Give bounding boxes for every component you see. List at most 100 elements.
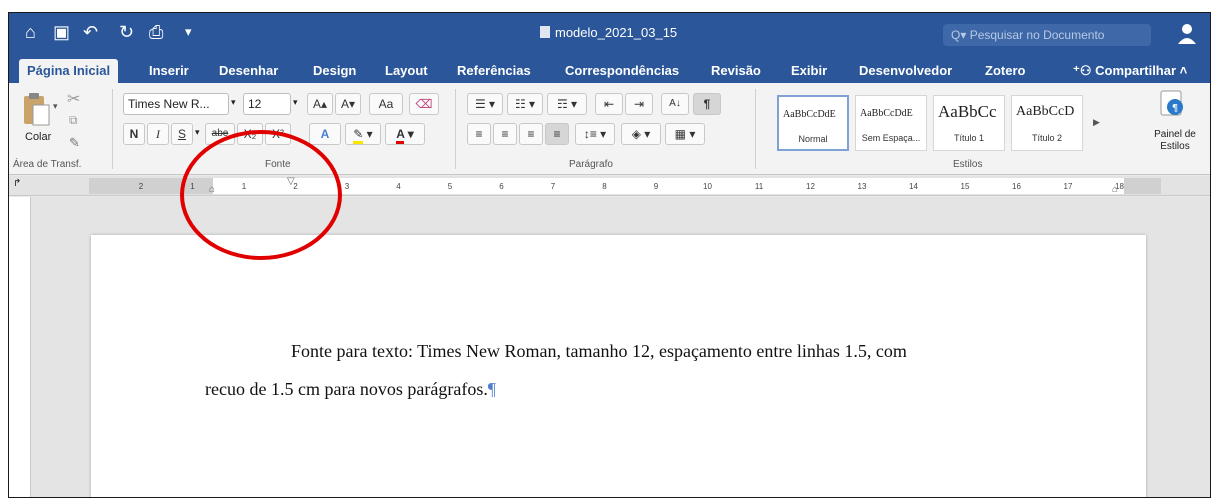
borders-button[interactable]: ▦ ▾ (665, 123, 705, 145)
search-placeholder: Pesquisar no Documento (969, 28, 1105, 42)
font-name-field[interactable]: Times New R... (123, 93, 229, 115)
paste-label: Colar (25, 131, 52, 143)
ruler-tick-label: 5 (447, 182, 453, 191)
paragraph-group-label: Parágrafo (569, 159, 613, 170)
style-sem-espacamento[interactable]: AaBbCcDdE Sem Espaça... (855, 95, 927, 151)
tab-exibir[interactable]: Exibir (791, 63, 827, 78)
numbering-button[interactable]: ☷ ▾ (507, 93, 543, 115)
paste-dropdown-icon[interactable]: ▾ (53, 101, 58, 112)
share-person-icon[interactable] (1177, 23, 1197, 45)
share-button[interactable]: ⁺⚇ Compartilhar ˄ (1073, 63, 1187, 79)
cut-icon[interactable]: ✂ (67, 89, 80, 109)
font-size-dropdown-icon[interactable]: ▾ (293, 97, 298, 108)
paragraph-line-1[interactable]: Fonte para texto: Times New Roman, taman… (291, 341, 907, 362)
multilevel-list-button[interactable]: ☶ ▾ (547, 93, 587, 115)
format-painter-icon[interactable]: ✎ (69, 135, 80, 151)
align-left-button[interactable]: ≡ (467, 123, 491, 145)
ruler-tick-label: 2 (138, 182, 144, 191)
decrease-indent-button[interactable]: ⇤ (595, 93, 623, 115)
save-icon[interactable]: ▣ (53, 21, 70, 43)
paragraph-line-2[interactable]: recuo de 1.5 cm para novos parágrafos.¶ (205, 379, 496, 400)
home-icon[interactable]: ⌂ (25, 21, 36, 43)
ruler-tick-label: 9 (653, 182, 659, 191)
shrink-font-button[interactable]: A▾ (335, 93, 361, 115)
font-size-field[interactable]: 12 (243, 93, 291, 115)
align-right-button[interactable]: ≡ (519, 123, 543, 145)
bold-button[interactable]: N (123, 123, 145, 145)
paragraph-line-2-text: recuo de 1.5 cm para novos parágrafos. (205, 379, 488, 399)
shading-button[interactable]: ◈ ▾ (621, 123, 661, 145)
share-label: Compartilhar (1095, 63, 1177, 78)
styles-group-label: Estilos (953, 159, 983, 170)
font-name-dropdown-icon[interactable]: ▾ (231, 97, 236, 108)
collapse-ribbon-icon[interactable]: ˄ (1176, 63, 1188, 78)
ruler-tick-label: 10 (703, 182, 712, 191)
style-sample: AaBbCcDdE (860, 108, 913, 119)
right-indent-marker-icon[interactable]: ⌂ (1112, 184, 1118, 195)
align-center-button[interactable]: ≡ (493, 123, 517, 145)
font-color-button[interactable]: A ▾ (385, 123, 425, 145)
tab-design[interactable]: Design (313, 63, 356, 78)
tab-inserir[interactable]: Inserir (149, 63, 189, 78)
document-workspace: Fonte para texto: Times New Roman, taman… (9, 197, 1210, 497)
style-name: Normal (798, 134, 828, 144)
justify-button[interactable]: ≡ (545, 123, 569, 145)
style-name: Título 2 (1031, 133, 1062, 143)
print-icon[interactable]: ⎙ (149, 21, 163, 43)
customize-toolbar-icon[interactable]: ▾ (185, 21, 192, 43)
tab-pagina-inicial[interactable]: Página Inicial (19, 59, 119, 83)
tab-stop-selector-icon[interactable]: ↱ (13, 178, 21, 189)
ruler-tick-label: 12 (806, 182, 815, 191)
paste-icon[interactable] (21, 91, 51, 129)
group-divider (755, 89, 756, 169)
ruler-tick-label: 16 (1012, 182, 1021, 191)
sort-button[interactable]: A↓ (661, 93, 689, 115)
search-icon: Q▾ (951, 28, 970, 42)
style-normal[interactable]: AaBbCcDdE Normal (777, 95, 849, 151)
tab-revisao[interactable]: Revisão (711, 63, 761, 78)
annotation-circle (180, 130, 342, 260)
ruler-tick-label: 13 (857, 182, 867, 191)
copy-icon[interactable]: ⧉ (69, 113, 78, 128)
tab-desenvolvedor[interactable]: Desenvolvedor (859, 63, 952, 78)
document-icon (540, 26, 550, 38)
italic-button[interactable]: I (147, 123, 169, 145)
highlight-color-button[interactable]: ✎ ▾ (345, 123, 381, 145)
tab-referencias[interactable]: Referências (457, 63, 531, 78)
redo-icon[interactable]: ↻ (119, 21, 134, 43)
show-formatting-marks-button[interactable]: ¶ (693, 93, 721, 115)
underline-dropdown-icon[interactable]: ▾ (195, 127, 200, 138)
tab-desenhar[interactable]: Desenhar (219, 63, 278, 78)
style-pane-label-line1: Painel de (1154, 129, 1196, 140)
font-size-value: 12 (248, 97, 262, 111)
tab-layout[interactable]: Layout (385, 63, 428, 78)
tab-correspondencias[interactable]: Correspondências (565, 63, 679, 78)
styles-more-icon[interactable]: ▶ (1093, 117, 1100, 128)
search-input[interactable]: Q▾ Pesquisar no Documento (943, 24, 1151, 46)
vertical-ruler[interactable] (9, 197, 31, 497)
document-page[interactable]: Fonte para texto: Times New Roman, taman… (91, 235, 1146, 497)
style-titulo-1[interactable]: AaBbCc Título 1 (933, 95, 1005, 151)
style-titulo-2[interactable]: AaBbCcD Título 2 (1011, 95, 1083, 151)
document-title-text: modelo_2021_03_15 (555, 25, 678, 40)
ruler-tick-label: 11 (754, 182, 764, 191)
change-case-button[interactable]: Aa (369, 93, 403, 115)
group-divider (455, 89, 456, 169)
tab-zotero[interactable]: Zotero (985, 63, 1025, 78)
line-spacing-button[interactable]: ↕≡ ▾ (575, 123, 615, 145)
clear-formatting-button[interactable]: ⌫ (409, 93, 439, 115)
undo-icon[interactable]: ↶ (83, 21, 98, 43)
bullets-button[interactable]: ☰ ▾ (467, 93, 503, 115)
underline-button[interactable]: S (171, 123, 193, 145)
style-name: Sem Espaça... (861, 133, 921, 143)
increase-indent-button[interactable]: ⇥ (625, 93, 653, 115)
font-name-value: Times New R... (128, 97, 210, 111)
style-pane-icon[interactable]: ¶ (1159, 89, 1185, 117)
grow-font-button[interactable]: A▴ (307, 93, 333, 115)
ruler-tick-label: 15 (960, 182, 970, 191)
text-effects-button[interactable]: A (309, 123, 341, 145)
style-pane-label[interactable]: Painel de Estilos (1147, 129, 1203, 153)
document-title: modelo_2021_03_15 (540, 25, 677, 40)
ruler-tick-label: 3 (344, 182, 350, 191)
ruler-tick-label: 8 (602, 182, 607, 191)
